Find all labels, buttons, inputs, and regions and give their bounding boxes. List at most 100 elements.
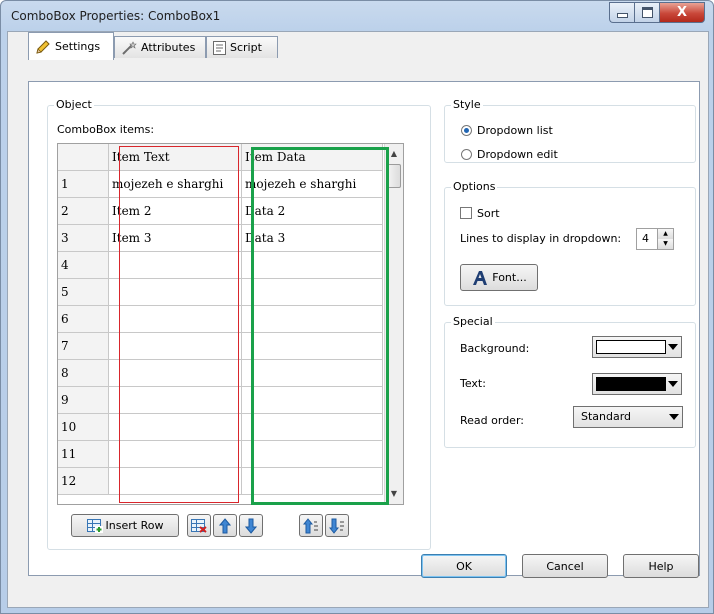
chevron-down-icon xyxy=(668,381,678,387)
tab-attributes-label: Attributes xyxy=(141,41,196,54)
dropdown-edit-radio[interactable] xyxy=(461,149,472,160)
item-text-cell[interactable] xyxy=(109,441,242,468)
read-order-value: Standard xyxy=(581,410,632,423)
item-data-cell[interactable]: Data 2 xyxy=(242,198,383,225)
table-row: 9 xyxy=(58,387,383,414)
dropdown-list-label[interactable]: Dropdown list xyxy=(477,124,553,137)
scroll-up-icon[interactable]: ▲ xyxy=(385,146,403,162)
sort-descending-icon xyxy=(329,518,344,534)
item-text-cell[interactable] xyxy=(109,360,242,387)
item-data-cell[interactable] xyxy=(242,306,383,333)
chevron-down-icon xyxy=(668,344,678,350)
row-number[interactable]: 5 xyxy=(58,279,109,306)
text-color-picker[interactable] xyxy=(592,373,682,395)
arrow-down-icon xyxy=(245,518,257,534)
item-data-cell[interactable] xyxy=(242,279,383,306)
item-text-cell[interactable] xyxy=(109,279,242,306)
items-grid[interactable]: Item Text Item Data 1 mojezeh e sharghi mo… xyxy=(57,143,404,505)
row-number[interactable]: 9 xyxy=(58,387,109,414)
cancel-button-label: Cancel xyxy=(546,559,584,573)
table-row: 5 xyxy=(58,279,383,306)
scroll-thumb[interactable] xyxy=(386,164,401,188)
item-text-cell[interactable]: Item 3 xyxy=(109,225,242,252)
text-color-swatch xyxy=(596,377,666,391)
table-row: 12 xyxy=(58,468,383,495)
item-data-cell[interactable] xyxy=(242,252,383,279)
tab-script[interactable]: Script xyxy=(206,36,278,58)
lines-to-display-value: 4 xyxy=(642,232,649,245)
row-number[interactable]: 7 xyxy=(58,333,109,360)
dialog-client-area: Settings Attributes Script Object ComboB… xyxy=(7,31,709,608)
item-text-cell[interactable]: mojezeh e sharghi xyxy=(109,171,242,198)
item-data-cell[interactable] xyxy=(242,414,383,441)
dropdown-edit-label[interactable]: Dropdown edit xyxy=(477,148,558,161)
item-text-cell[interactable] xyxy=(109,468,242,495)
item-text-cell[interactable] xyxy=(109,252,242,279)
table-row: 1 mojezeh e sharghi mojezeh e sharghi xyxy=(58,171,383,198)
minimize-icon xyxy=(616,13,628,18)
cancel-button[interactable]: Cancel xyxy=(522,554,608,578)
item-text-cell[interactable] xyxy=(109,414,242,441)
column-header-item-text[interactable]: Item Text xyxy=(109,144,242,171)
pencil-icon xyxy=(36,39,50,54)
tab-settings[interactable]: Settings xyxy=(28,32,114,60)
style-group-label: Style xyxy=(451,98,483,111)
font-button[interactable]: Font... xyxy=(460,264,538,291)
item-text-cell[interactable]: Item 2 xyxy=(109,198,242,225)
item-text-cell[interactable] xyxy=(109,333,242,360)
row-number[interactable]: 4 xyxy=(58,252,109,279)
tab-script-label: Script xyxy=(230,41,262,54)
table-row: 6 xyxy=(58,306,383,333)
minimize-button[interactable] xyxy=(609,2,634,23)
row-number[interactable]: 11 xyxy=(58,441,109,468)
close-icon: X xyxy=(676,5,688,20)
table-row: 10 xyxy=(58,414,383,441)
help-button[interactable]: Help xyxy=(623,554,699,578)
item-text-cell[interactable] xyxy=(109,306,242,333)
row-number[interactable]: 10 xyxy=(58,414,109,441)
item-data-cell[interactable]: mojezeh e sharghi xyxy=(242,171,383,198)
column-header-item-data[interactable]: Item Data xyxy=(242,144,383,171)
title-bar[interactable]: ComboBox Properties: ComboBox1 X xyxy=(1,1,713,31)
row-number[interactable]: 2 xyxy=(58,198,109,225)
item-data-cell[interactable] xyxy=(242,360,383,387)
row-number[interactable]: 3 xyxy=(58,225,109,252)
background-color-picker[interactable] xyxy=(592,336,682,358)
table-row: 7 xyxy=(58,333,383,360)
insert-row-button[interactable]: Insert Row xyxy=(71,514,179,537)
table-row: 11 xyxy=(58,441,383,468)
move-down-button[interactable] xyxy=(239,514,263,537)
row-number[interactable]: 12 xyxy=(58,468,109,495)
delete-row-button[interactable] xyxy=(187,514,211,537)
item-data-cell[interactable] xyxy=(242,441,383,468)
read-order-select[interactable]: Standard xyxy=(573,406,683,428)
grid-header-row: Item Text Item Data xyxy=(58,144,383,171)
options-group-label: Options xyxy=(451,180,498,193)
sort-ascending-button[interactable] xyxy=(299,514,323,537)
row-number[interactable]: 1 xyxy=(58,171,109,198)
item-data-cell[interactable] xyxy=(242,387,383,414)
dropdown-list-radio[interactable] xyxy=(461,125,472,136)
sort-descending-button[interactable] xyxy=(325,514,349,537)
row-number[interactable]: 8 xyxy=(58,360,109,387)
spin-down-icon[interactable]: ▼ xyxy=(657,239,673,249)
sort-ascending-icon xyxy=(303,517,318,533)
maximize-button[interactable] xyxy=(634,2,659,23)
scroll-down-icon[interactable]: ▼ xyxy=(385,486,403,502)
item-text-cell[interactable] xyxy=(109,387,242,414)
sort-label[interactable]: Sort xyxy=(477,207,500,220)
item-data-cell[interactable] xyxy=(242,468,383,495)
item-data-cell[interactable] xyxy=(242,333,383,360)
background-color-swatch xyxy=(596,340,666,354)
item-data-cell[interactable]: Data 3 xyxy=(242,225,383,252)
sort-checkbox[interactable] xyxy=(460,207,472,219)
close-button[interactable]: X xyxy=(659,2,705,23)
move-up-button[interactable] xyxy=(213,514,237,537)
ok-button[interactable]: OK xyxy=(421,554,507,578)
lines-to-display-spinner[interactable]: 4 ▲ ▼ xyxy=(636,228,674,250)
grid-scrollbar[interactable]: ▲ ▼ xyxy=(384,144,403,504)
table-row: 8 xyxy=(58,360,383,387)
tab-attributes[interactable]: Attributes xyxy=(114,36,206,58)
row-number[interactable]: 6 xyxy=(58,306,109,333)
chevron-down-icon xyxy=(669,414,679,420)
